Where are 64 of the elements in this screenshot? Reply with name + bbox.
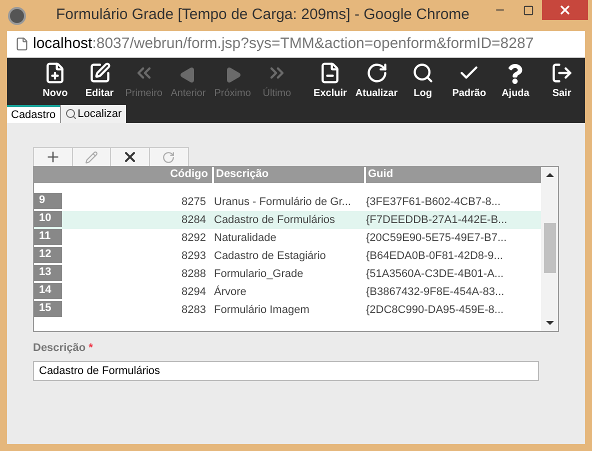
toolbar-button[interactable]: Sair — [538, 58, 585, 105]
table-cell-text: {F7DEEDDB-27A1-442E-B... — [366, 212, 508, 228]
maximize-icon — [522, 4, 534, 16]
exit-icon — [550, 62, 573, 84]
table-cell-text: 8288 — [180, 266, 207, 282]
table-cell-text: Uranus - Formulário de Gr... — [214, 194, 352, 210]
grid-row[interactable]: 10 8284 Cadastro de Formulários {F7DEEDDB-27A1-442E-B... — [34, 211, 541, 229]
url-text: localhost:8037/webrun/form.jsp?sys=TMM&action=openform&formID=8287 — [33, 34, 534, 54]
toolbar-button[interactable]: Novo — [33, 58, 78, 105]
close-icon — [558, 3, 572, 17]
table-cell-text: Formulário Imagem — [214, 302, 310, 318]
address-bar[interactable]: localhost:8037/webrun/form.jsp?sys=TMM&action=openform&formID=8287 — [7, 31, 585, 58]
required-mark: * — [88, 342, 93, 354]
table-cell-text: 8284 — [180, 212, 207, 228]
row-number: 12 — [34, 247, 62, 263]
toolbar-button[interactable]: Log — [400, 58, 446, 105]
row-number: 15 — [34, 301, 62, 317]
table-cell-text: 8275 — [180, 194, 207, 210]
table-cell-text: 8283 — [180, 302, 207, 318]
toolbar-button[interactable]: Atualizar — [353, 58, 400, 105]
window-title: Formulário Grade [Tempo de Carga: 209ms] - Google Chrome — [56, 5, 470, 26]
description-field[interactable]: Cadastro de Formulários — [33, 360, 539, 380]
browser-logo-icon — [8, 6, 26, 24]
pencil-icon — [84, 150, 98, 164]
toolbar-button[interactable]: Excluir — [307, 58, 354, 105]
table-cell-text: Cadastro de Estagiário — [214, 248, 327, 264]
file-minus-icon — [319, 62, 342, 84]
close-button[interactable] — [542, 0, 588, 20]
row-number: 9 — [34, 193, 62, 209]
field-label: Descrição — [33, 342, 86, 354]
table-cell-text: 8293 — [180, 248, 207, 264]
pencil-square-icon — [88, 62, 111, 84]
search-icon — [412, 62, 434, 84]
table-cell-text: 8292 — [180, 230, 207, 246]
table-cell-text: Cadastro de Formulários — [214, 212, 336, 228]
scroll-thumb[interactable] — [544, 223, 556, 273]
table-cell-text: {20C59E90-5E75-49E7-B7... — [366, 230, 507, 246]
table-cell-text: {2DC8C990-DA95-459E-8... — [366, 302, 504, 318]
toolbar-button[interactable]: Ajuda — [492, 58, 539, 105]
search-icon — [64, 108, 77, 120]
refresh-icon — [366, 62, 388, 84]
file-plus-icon — [44, 62, 66, 84]
table-cell-text: {3FE37F61-B602-4CB7-8... — [366, 194, 501, 210]
page-icon — [15, 37, 29, 51]
toolbar-button[interactable]: Padrão — [446, 58, 492, 105]
plus-icon — [44, 149, 61, 165]
scrollbar[interactable] — [541, 167, 558, 331]
scroll-up-icon — [546, 173, 554, 177]
row-number: 11 — [34, 229, 62, 245]
table-cell-text: 8294 — [180, 284, 207, 300]
table-cell-text: {51A3560A-C3DE-4B01-A... — [366, 266, 504, 282]
table-cell-text: Formulario_Grade — [214, 266, 304, 282]
tab[interactable]: Localizar — [60, 105, 126, 123]
table-cell-text: Árvore — [214, 284, 248, 300]
row-number: 10 — [34, 211, 62, 227]
table-cell-text: Naturalidade — [214, 230, 278, 246]
row-number: 14 — [34, 283, 62, 299]
toolbar-button[interactable]: Editar — [77, 58, 122, 105]
row-number: 13 — [34, 265, 62, 281]
table-cell-text: {B3867432-9F8E-454A-83... — [366, 284, 504, 300]
table-cell-text: {B64EDA0B-0F81-42D8-9... — [366, 248, 503, 264]
tab[interactable]: Cadastro — [7, 105, 60, 123]
scroll-down-icon — [546, 321, 554, 325]
refresh-icon — [162, 150, 176, 164]
